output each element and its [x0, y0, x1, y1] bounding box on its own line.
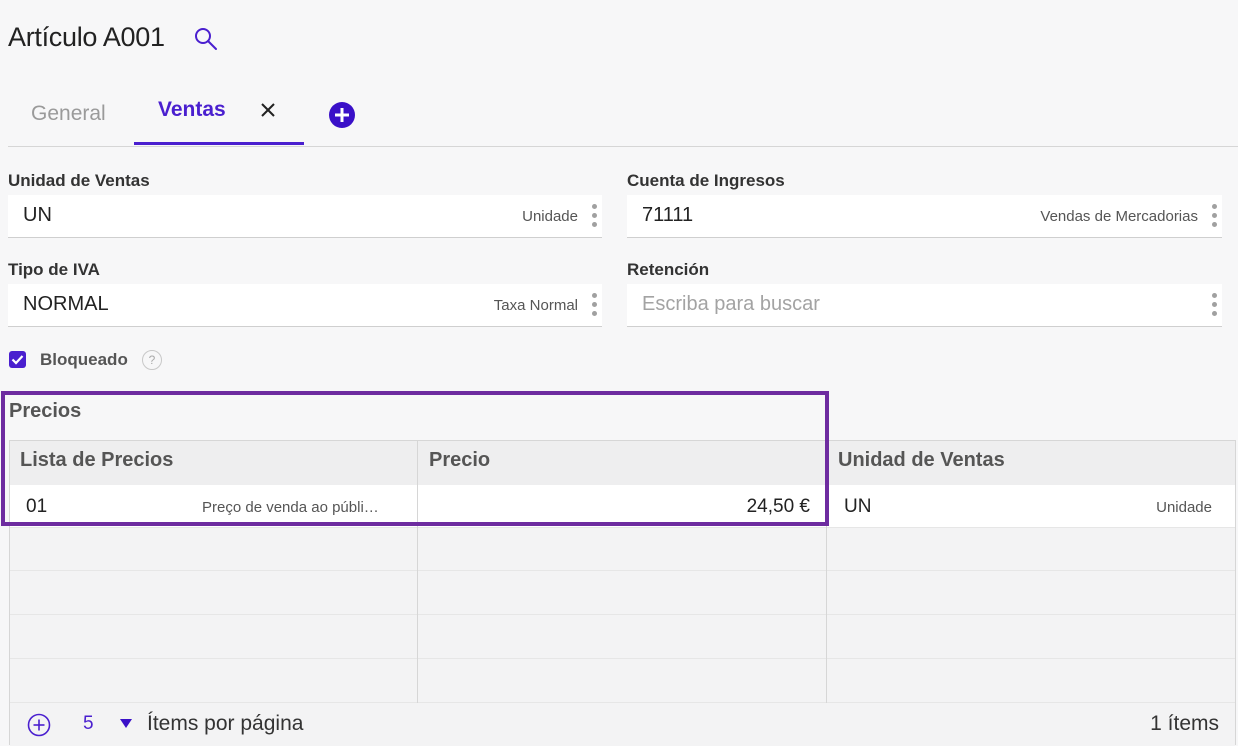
kebab-icon[interactable] [1210, 201, 1218, 231]
cell-lista: 01 [26, 496, 48, 517]
unidad-ventas-field[interactable]: UN Unidade [8, 195, 602, 238]
cuenta-ingresos-value: 71111 [642, 204, 694, 226]
cuenta-ingresos-description: Vendas de Mercadorias [1040, 208, 1198, 225]
table-row [10, 572, 1235, 615]
cuenta-ingresos-label: Cuenta de Ingresos [627, 171, 785, 190]
unidad-ventas-label: Unidad de Ventas [8, 171, 150, 190]
unidad-ventas-description: Unidade [522, 208, 578, 225]
tab-general[interactable]: General [31, 102, 106, 126]
tipo-iva-description: Taxa Normal [493, 297, 578, 314]
tipo-iva-label: Tipo de IVA [8, 260, 100, 279]
bloqueado-label: Bloqueado [40, 350, 128, 369]
cuenta-ingresos-field[interactable]: 71111 Vendas de Mercadorias [627, 195, 1222, 238]
items-count: 1 ítems [1150, 712, 1219, 735]
close-icon[interactable] [258, 100, 278, 120]
unidad-ventas-value: UN [23, 204, 52, 226]
retencion-field[interactable]: Escriba para buscar [627, 284, 1222, 327]
kebab-icon[interactable] [590, 201, 598, 231]
precios-section-title: Precios [9, 400, 82, 422]
tab-bar: General Ventas [8, 90, 1238, 147]
retencion-label: Retención [627, 260, 710, 279]
kebab-icon[interactable] [590, 290, 598, 320]
tab-ventas[interactable]: Ventas [158, 98, 226, 122]
grid-header: Lista de Precios Precio Unidad de Ventas [10, 441, 1235, 485]
page-size-select[interactable]: 5 [83, 713, 94, 735]
table-row[interactable]: 01 Preço de venda ao públi… 24,50 € UN U… [10, 485, 1235, 528]
cell-unidad: UN [844, 496, 872, 517]
tipo-iva-value: NORMAL [23, 293, 109, 315]
kebab-icon[interactable] [1210, 290, 1218, 320]
plus-circle-outline-icon[interactable] [27, 713, 51, 737]
retencion-placeholder: Escriba para buscar [642, 293, 820, 315]
check-icon [11, 355, 24, 365]
search-icon[interactable] [193, 26, 219, 52]
page-title: Artículo A001 [8, 22, 165, 52]
cell-lista-desc: Preço de venda ao públi… [202, 499, 379, 516]
bloqueado-checkbox[interactable] [9, 351, 26, 368]
precios-grid: Lista de Precios Precio Unidad de Ventas… [9, 440, 1236, 746]
cell-precio: 24,50 € [746, 496, 810, 517]
column-header-unidad[interactable]: Unidad de Ventas [838, 449, 1005, 472]
grid-footer: 5 Ítems por página 1 ítems [10, 703, 1235, 746]
column-divider [826, 441, 827, 703]
tipo-iva-field[interactable]: NORMAL Taxa Normal [8, 284, 602, 327]
column-header-precio[interactable]: Precio [429, 449, 490, 472]
table-row [10, 528, 1235, 571]
caret-down-icon[interactable] [120, 719, 132, 729]
cell-unidad-desc: Unidade [1156, 499, 1212, 516]
plus-circle-icon[interactable] [328, 101, 356, 129]
page-size-label: Ítems por página [147, 712, 304, 735]
table-row [10, 616, 1235, 659]
help-icon[interactable]: ? [142, 350, 162, 370]
column-divider [417, 441, 418, 703]
table-row [10, 660, 1235, 703]
column-header-lista[interactable]: Lista de Precios [20, 449, 173, 472]
active-tab-indicator [134, 142, 304, 145]
